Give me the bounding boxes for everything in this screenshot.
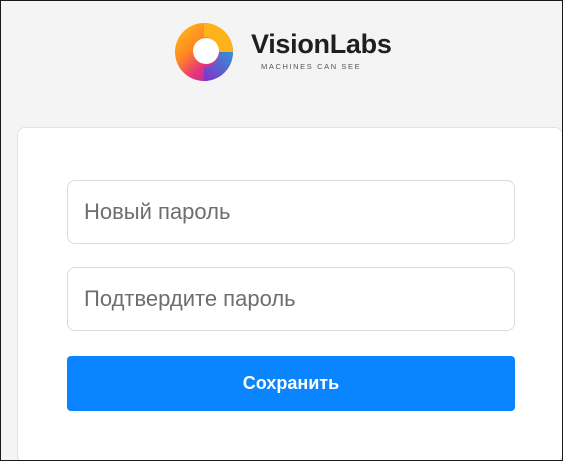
logo-tagline: MACHINES CAN SEE — [261, 62, 362, 71]
visionlabs-ring-icon — [175, 23, 233, 81]
logo: VisionLabs MACHINES CAN SEE — [175, 23, 405, 81]
header: VisionLabs MACHINES CAN SEE — [1, 1, 562, 91]
password-card: Сохранить — [17, 127, 562, 460]
logo-name: VisionLabs — [251, 29, 392, 59]
confirm-password-input[interactable] — [67, 267, 515, 331]
save-button[interactable]: Сохранить — [67, 356, 515, 411]
new-password-input[interactable] — [67, 180, 515, 244]
app-window: VisionLabs MACHINES CAN SEE Сохранить — [0, 0, 563, 461]
